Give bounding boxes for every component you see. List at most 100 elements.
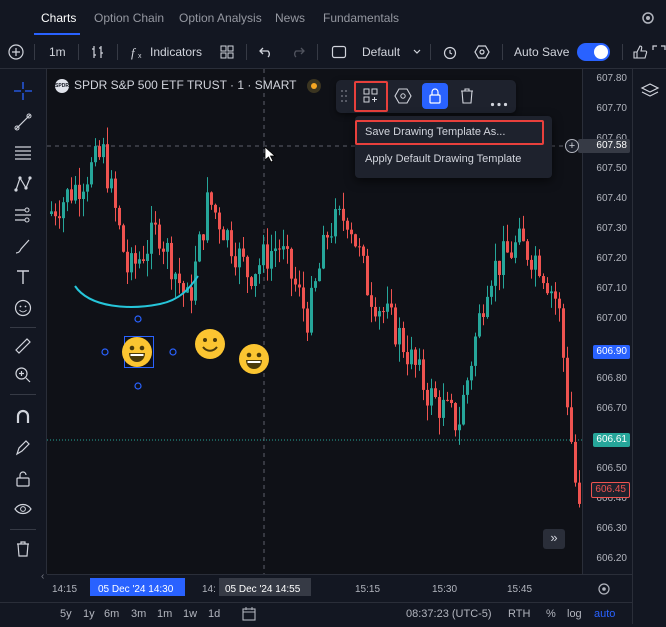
candle-body	[378, 311, 381, 317]
emoji-icon[interactable]	[11, 296, 35, 320]
settings-gear-icon[interactable]	[640, 10, 656, 31]
fullscreen-icon[interactable]	[652, 36, 666, 68]
divider	[317, 44, 318, 60]
range-1w[interactable]: 1w	[183, 608, 197, 620]
smiling-emoji[interactable]	[195, 329, 225, 359]
clock-timezone[interactable]: 08:37:23 (UTC-5)	[406, 608, 492, 620]
indicators-button[interactable]: Indicators	[150, 36, 202, 68]
log-scale-toggle[interactable]: log	[567, 608, 582, 620]
zoom-in-icon[interactable]	[11, 363, 35, 387]
percent-scale-toggle[interactable]: %	[546, 608, 556, 620]
tab-option-analysis[interactable]: Option Analysis	[179, 11, 262, 25]
prediction-icon[interactable]	[11, 203, 35, 227]
magnet-icon[interactable]	[11, 405, 35, 429]
candle-body	[230, 230, 233, 257]
chart-type-icon[interactable]	[90, 36, 106, 68]
ruler-icon[interactable]	[11, 334, 35, 358]
lock-icon	[429, 88, 441, 104]
scroll-left-arrow[interactable]: ‹	[41, 571, 44, 582]
trend-line-icon[interactable]	[11, 110, 35, 134]
apply-default-template-item[interactable]: Apply Default Drawing Template	[365, 153, 521, 165]
fib-lines-icon[interactable]	[11, 141, 35, 165]
candle-body	[314, 281, 317, 288]
scroll-to-realtime-button[interactable]: »	[543, 529, 565, 549]
draw-lock-pencil-icon[interactable]	[11, 436, 35, 460]
time-tick: 15:30	[432, 584, 458, 595]
candle-body	[334, 209, 337, 237]
candle-body	[358, 246, 361, 248]
drag-handle-icon[interactable]	[340, 89, 348, 108]
trash-icon[interactable]	[458, 87, 476, 110]
candle-body	[558, 298, 561, 309]
candle-body	[74, 184, 77, 201]
lock-button[interactable]	[422, 83, 448, 109]
text-tool-icon[interactable]	[11, 265, 35, 289]
axis-settings-icon[interactable]	[597, 582, 611, 601]
add-alert-plus-icon[interactable]: +	[565, 139, 579, 153]
selection-handles[interactable]	[100, 313, 180, 393]
trash-icon[interactable]	[11, 537, 35, 561]
settings-hexagon-icon[interactable]	[474, 36, 490, 68]
price-tick: 606.70	[596, 403, 627, 414]
candle-body	[478, 313, 481, 337]
divider	[117, 44, 118, 60]
range-3m[interactable]: 3m	[131, 608, 146, 620]
add-symbol-icon[interactable]	[8, 36, 24, 68]
eye-icon[interactable]	[11, 497, 35, 521]
crosshair-icon[interactable]	[11, 79, 35, 103]
redo-icon[interactable]	[290, 36, 306, 68]
indicators-icon[interactable]: fx	[130, 36, 146, 68]
candle-body	[58, 216, 61, 219]
brush-drawing[interactable]	[70, 268, 205, 318]
price-axis[interactable]: 607.80607.70607.60607.50607.40607.30607.…	[565, 69, 633, 574]
time-tick: 15:45	[507, 584, 533, 595]
chevron-down-icon[interactable]	[412, 36, 422, 68]
candle-body	[146, 253, 149, 261]
range-1y[interactable]: 1y	[83, 608, 95, 620]
autosave-toggle[interactable]	[577, 43, 610, 61]
session-rth[interactable]: RTH	[508, 608, 530, 620]
tab-news[interactable]: News	[275, 11, 305, 25]
layout-name[interactable]: Default	[362, 36, 400, 68]
lock-icon[interactable]	[11, 467, 35, 491]
tab-charts[interactable]: Charts	[41, 11, 76, 25]
candle-body	[318, 268, 321, 282]
layout-square-icon[interactable]	[331, 36, 347, 68]
candle-body	[122, 225, 125, 252]
divider	[622, 44, 623, 60]
templates-grid-icon[interactable]	[220, 36, 234, 68]
pattern-icon[interactable]	[11, 172, 35, 196]
settings-hexagon-icon[interactable]	[394, 87, 412, 110]
auto-scale-toggle[interactable]: auto	[594, 608, 615, 620]
candle-body	[266, 244, 269, 269]
range-1m[interactable]: 1m	[157, 608, 172, 620]
candle-body	[430, 388, 433, 406]
interval-button[interactable]: 1m	[49, 36, 66, 68]
tab-option-chain[interactable]: Option Chain	[94, 11, 164, 25]
candle-body	[246, 256, 249, 278]
candle-body	[542, 276, 545, 284]
more-icon[interactable]	[490, 94, 508, 112]
tab-fundamentals[interactable]: Fundamentals	[323, 11, 399, 25]
undo-icon[interactable]	[258, 36, 274, 68]
time-axis[interactable]: 14:15 05 Dec '24 14:30 14: 05 Dec '24 14…	[41, 571, 632, 603]
candle-body	[566, 357, 569, 408]
autosave-label: Auto Save	[514, 45, 570, 59]
candle-body	[206, 192, 209, 241]
candle-body	[490, 285, 493, 297]
range-5y[interactable]: 5y	[60, 608, 72, 620]
candle-body	[82, 191, 85, 199]
layers-icon[interactable]	[640, 81, 660, 106]
candle-body	[218, 212, 221, 230]
range-1d[interactable]: 1d	[208, 608, 220, 620]
range-6m[interactable]: 6m	[104, 608, 119, 620]
candle-body	[482, 313, 485, 317]
thumbs-up-icon[interactable]	[632, 36, 648, 68]
alert-clock-icon[interactable]	[442, 36, 458, 68]
candle-body	[250, 277, 253, 287]
candle-body	[394, 307, 397, 345]
candle-body	[106, 144, 109, 189]
grinning-emoji[interactable]	[239, 344, 269, 374]
candle-body	[474, 336, 477, 366]
brush-icon[interactable]	[11, 234, 35, 258]
